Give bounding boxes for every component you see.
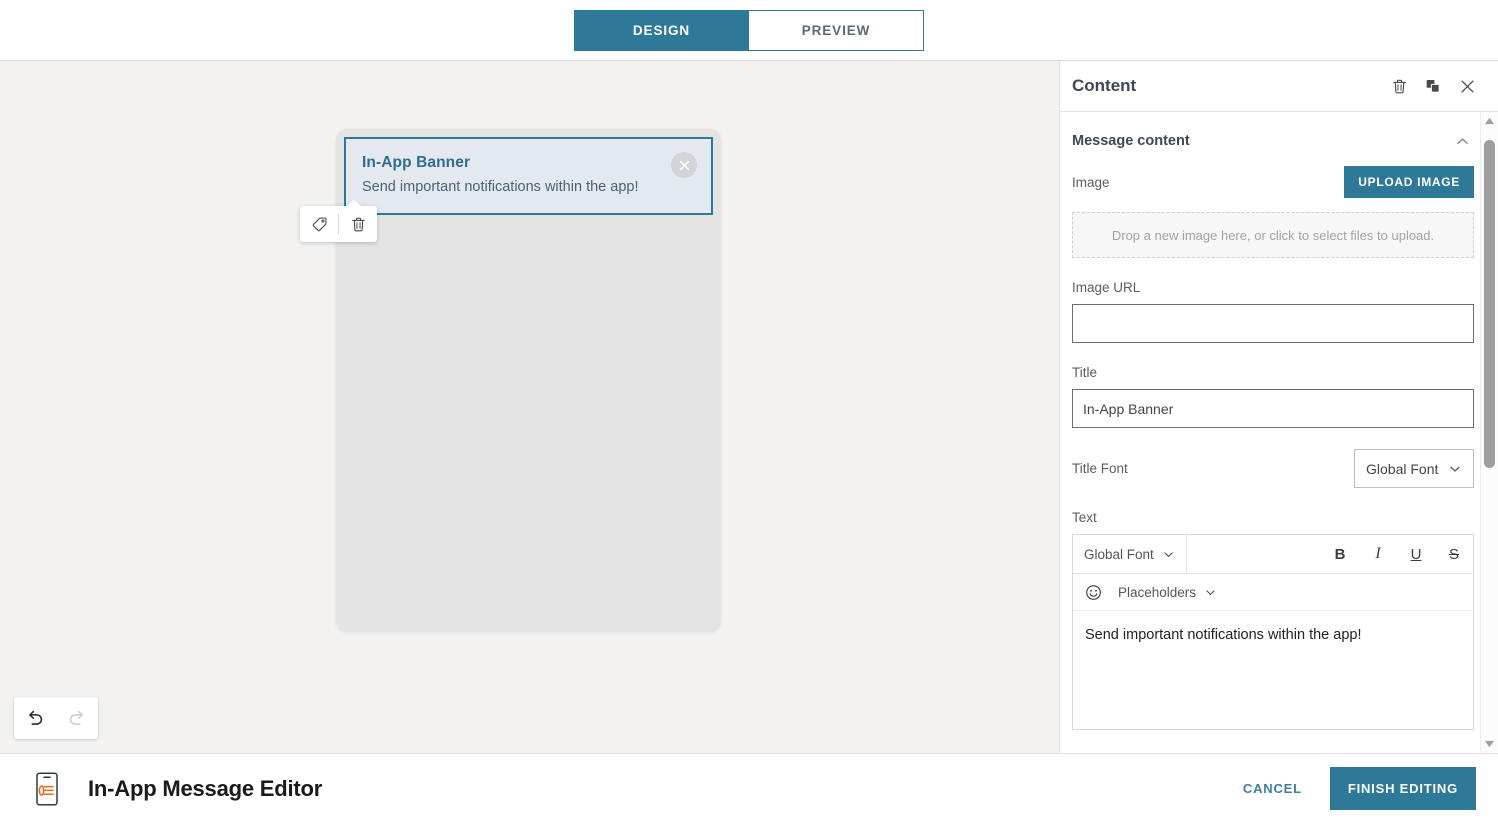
scroll-down-arrow-icon[interactable] [1481, 735, 1498, 753]
banner-title: In-App Banner [362, 154, 471, 171]
design-canvas[interactable]: In-App Banner Send important notificatio… [0, 61, 1059, 753]
content-panel: Content Message content Image UPLOAD IMA… [1059, 61, 1498, 753]
strikethrough-button[interactable]: S [1435, 535, 1473, 573]
title-font-select[interactable]: Global Font [1354, 449, 1474, 488]
mobile-device-icon [28, 770, 66, 808]
tab-design[interactable]: DESIGN [574, 9, 749, 51]
chevron-up-icon[interactable] [1450, 129, 1474, 153]
emoji-icon[interactable] [1085, 584, 1102, 601]
scroll-up-arrow-icon[interactable] [1481, 112, 1498, 130]
phone-preview-frame: In-App Banner Send important notificatio… [336, 129, 721, 631]
editor-secondary-toolbar: Placeholders [1073, 574, 1473, 611]
editor-footer: In-App Message Editor CANCEL FINISH EDIT… [0, 753, 1498, 823]
message-content-section-header[interactable]: Message content [1072, 112, 1474, 166]
finish-editing-button[interactable]: FINISH EDITING [1329, 767, 1476, 810]
rich-text-editor: Global Font B I U S Placeholders Send im… [1072, 534, 1474, 730]
image-url-label: Image URL [1072, 280, 1141, 295]
duplicate-icon[interactable] [1416, 69, 1450, 103]
history-controls [14, 697, 98, 739]
close-circle-icon[interactable] [671, 152, 697, 178]
text-font-value: Global Font [1084, 546, 1154, 562]
toolbar-caret [347, 200, 361, 206]
panel-header: Content [1060, 61, 1498, 112]
chevron-down-icon [1162, 548, 1175, 561]
trash-icon[interactable] [1382, 69, 1416, 103]
placeholders-dropdown[interactable]: Placeholders [1118, 585, 1217, 600]
chevron-down-icon [1448, 462, 1462, 476]
image-label: Image [1072, 174, 1110, 190]
mode-toolbar: DESIGN PREVIEW [0, 0, 1498, 61]
cancel-button[interactable]: CANCEL [1227, 771, 1318, 806]
redo-icon[interactable] [56, 707, 98, 729]
upload-image-button[interactable]: UPLOAD IMAGE [1344, 166, 1474, 198]
close-icon[interactable] [1450, 69, 1484, 103]
scrollbar-thumb[interactable] [1484, 140, 1495, 468]
editor-toolbar: Global Font B I U S [1073, 535, 1473, 574]
image-dropzone[interactable]: Drop a new image here, or click to selec… [1072, 212, 1474, 258]
undo-icon[interactable] [14, 707, 56, 729]
trash-icon[interactable] [339, 206, 377, 242]
title-font-value: Global Font [1366, 460, 1439, 477]
image-row: Image UPLOAD IMAGE [1072, 166, 1474, 198]
text-font-select[interactable]: Global Font [1073, 535, 1187, 573]
editor-body: In-App Banner Send important notificatio… [0, 61, 1498, 753]
in-app-banner-element[interactable]: In-App Banner Send important notificatio… [344, 137, 713, 215]
mode-toggle-group: DESIGN PREVIEW [574, 9, 924, 51]
section-title: Message content [1072, 133, 1190, 149]
in-app-message-editor: DESIGN PREVIEW In-App Banner Send import… [0, 0, 1498, 823]
panel-body: Message content Image UPLOAD IMAGE Drop … [1060, 112, 1498, 753]
text-editor-content[interactable]: Send important notifications within the … [1073, 611, 1473, 729]
tag-icon[interactable] [300, 206, 338, 242]
placeholders-label: Placeholders [1118, 584, 1197, 600]
title-font-label: Title Font [1072, 461, 1128, 476]
page-title: In-App Message Editor [88, 775, 323, 801]
text-label: Text [1072, 510, 1097, 525]
tab-preview[interactable]: PREVIEW [749, 9, 924, 51]
bold-button[interactable]: B [1321, 535, 1359, 573]
panel-scrollbar[interactable] [1480, 112, 1498, 753]
panel-title: Content [1072, 76, 1137, 95]
underline-button[interactable]: U [1397, 535, 1435, 573]
banner-text: Send important notifications within the … [362, 178, 639, 195]
title-label: Title [1072, 365, 1098, 380]
italic-button[interactable]: I [1359, 535, 1397, 573]
dropzone-text: Drop a new image here, or click to selec… [1111, 227, 1435, 243]
image-url-input[interactable] [1072, 304, 1474, 343]
element-floating-toolbar [300, 200, 377, 242]
title-font-row: Title Font Global Font [1072, 449, 1474, 488]
chevron-down-icon [1204, 586, 1217, 599]
title-input[interactable] [1072, 389, 1474, 428]
